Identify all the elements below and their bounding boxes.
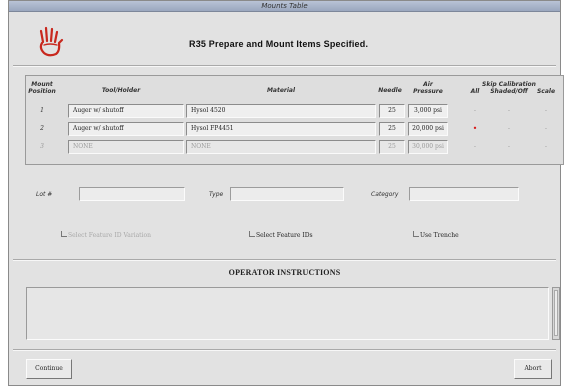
row-3-needle-field[interactable]: 25 — [379, 140, 405, 154]
select-feature-id-variation-label: Select Feature ID Variation — [68, 232, 151, 239]
use-trenche-label: Use Trenche — [420, 232, 459, 239]
category-label: Category — [371, 191, 399, 198]
page-title: R35 Prepare and Mount Items Specified. — [189, 39, 369, 49]
row-1-skip-shaded-toggle[interactable]: - — [500, 104, 518, 118]
col-air-pressure: Air Pressure — [413, 81, 443, 95]
row-3-skip-scale-toggle[interactable]: - — [537, 140, 555, 154]
col-tool-holder: Tool/Holder — [101, 87, 141, 94]
row-2-pressure-field[interactable]: 20,000 psi — [408, 122, 448, 136]
abort-button[interactable]: Abort — [514, 359, 552, 379]
row-1-skip-scale-toggle[interactable]: - — [537, 104, 555, 118]
type-label: Type — [209, 191, 224, 198]
col-skip-all: All — [470, 88, 480, 95]
row-1-material-field[interactable]: Hysol 4520 — [186, 104, 376, 118]
row-3-tool-field[interactable]: NONE — [68, 140, 184, 154]
use-trenche-checkbox[interactable]: Use Trenche — [413, 231, 459, 239]
operator-instructions-text — [26, 287, 549, 340]
row-3-skip-shaded-toggle[interactable]: - — [500, 140, 518, 154]
row-1-skip-all-toggle[interactable]: - — [466, 104, 484, 118]
row-3-position: 3 — [40, 143, 44, 150]
row-1-tool-field[interactable]: Auger w/ shutoff — [68, 104, 184, 118]
mounts-table-window: Mounts Table R35 Prepare and Mount Items… — [8, 0, 564, 386]
lot-label: Lot # — [36, 191, 53, 198]
col-mount-position: Mount Position — [28, 81, 56, 95]
row-2-skip-all-marker[interactable]: • — [466, 122, 484, 136]
category-field[interactable] — [409, 187, 519, 201]
col-material: Material — [266, 87, 296, 94]
row-2-material-field[interactable]: Hysol FP4451 — [186, 122, 376, 136]
scrollbar-thumb[interactable] — [554, 290, 558, 336]
col-needle: Needle — [378, 87, 402, 94]
row-2-tool-field[interactable]: Auger w/ shutoff — [68, 122, 184, 136]
row-3-material-field[interactable]: NONE — [186, 140, 376, 154]
col-skip-calibration: Skip Calibration — [482, 81, 536, 88]
header: R35 Prepare and Mount Items Specified. — [9, 11, 560, 63]
type-field[interactable] — [230, 187, 344, 201]
lot-field[interactable] — [79, 187, 185, 201]
row-1-position: 1 — [40, 107, 44, 114]
row-3-pressure-field[interactable]: 30,000 psi — [408, 140, 448, 154]
row-1-pressure-field[interactable]: 3,000 psi — [408, 104, 448, 118]
select-feature-ids-label: Select Feature IDs — [256, 232, 313, 239]
instructions-scrollbar[interactable] — [552, 287, 560, 340]
col-skip-scale: Scale — [536, 88, 556, 95]
row-2-skip-shaded-toggle[interactable]: - — [500, 122, 518, 136]
row-2-skip-scale-toggle[interactable]: - — [537, 122, 555, 136]
row-3-skip-all-toggle[interactable]: - — [466, 140, 484, 154]
select-feature-id-variation-checkbox[interactable]: Select Feature ID Variation — [61, 231, 151, 239]
instructions-divider — [13, 259, 556, 261]
footer-divider — [13, 349, 556, 351]
mount-table: Mount Position Tool/Holder Material Need… — [25, 75, 564, 165]
row-2-position: 2 — [40, 125, 44, 132]
stop-hand-icon — [39, 26, 64, 57]
continue-button[interactable]: Continue — [26, 359, 72, 379]
header-divider — [13, 65, 556, 67]
operator-instructions-title: OPERATOR INSTRUCTIONS — [228, 268, 341, 277]
row-1-needle-field[interactable]: 25 — [379, 104, 405, 118]
select-feature-ids-checkbox[interactable]: Select Feature IDs — [249, 231, 313, 239]
col-skip-shaded-off: Shaded/Off — [490, 88, 528, 95]
row-2-needle-field[interactable]: 25 — [379, 122, 405, 136]
